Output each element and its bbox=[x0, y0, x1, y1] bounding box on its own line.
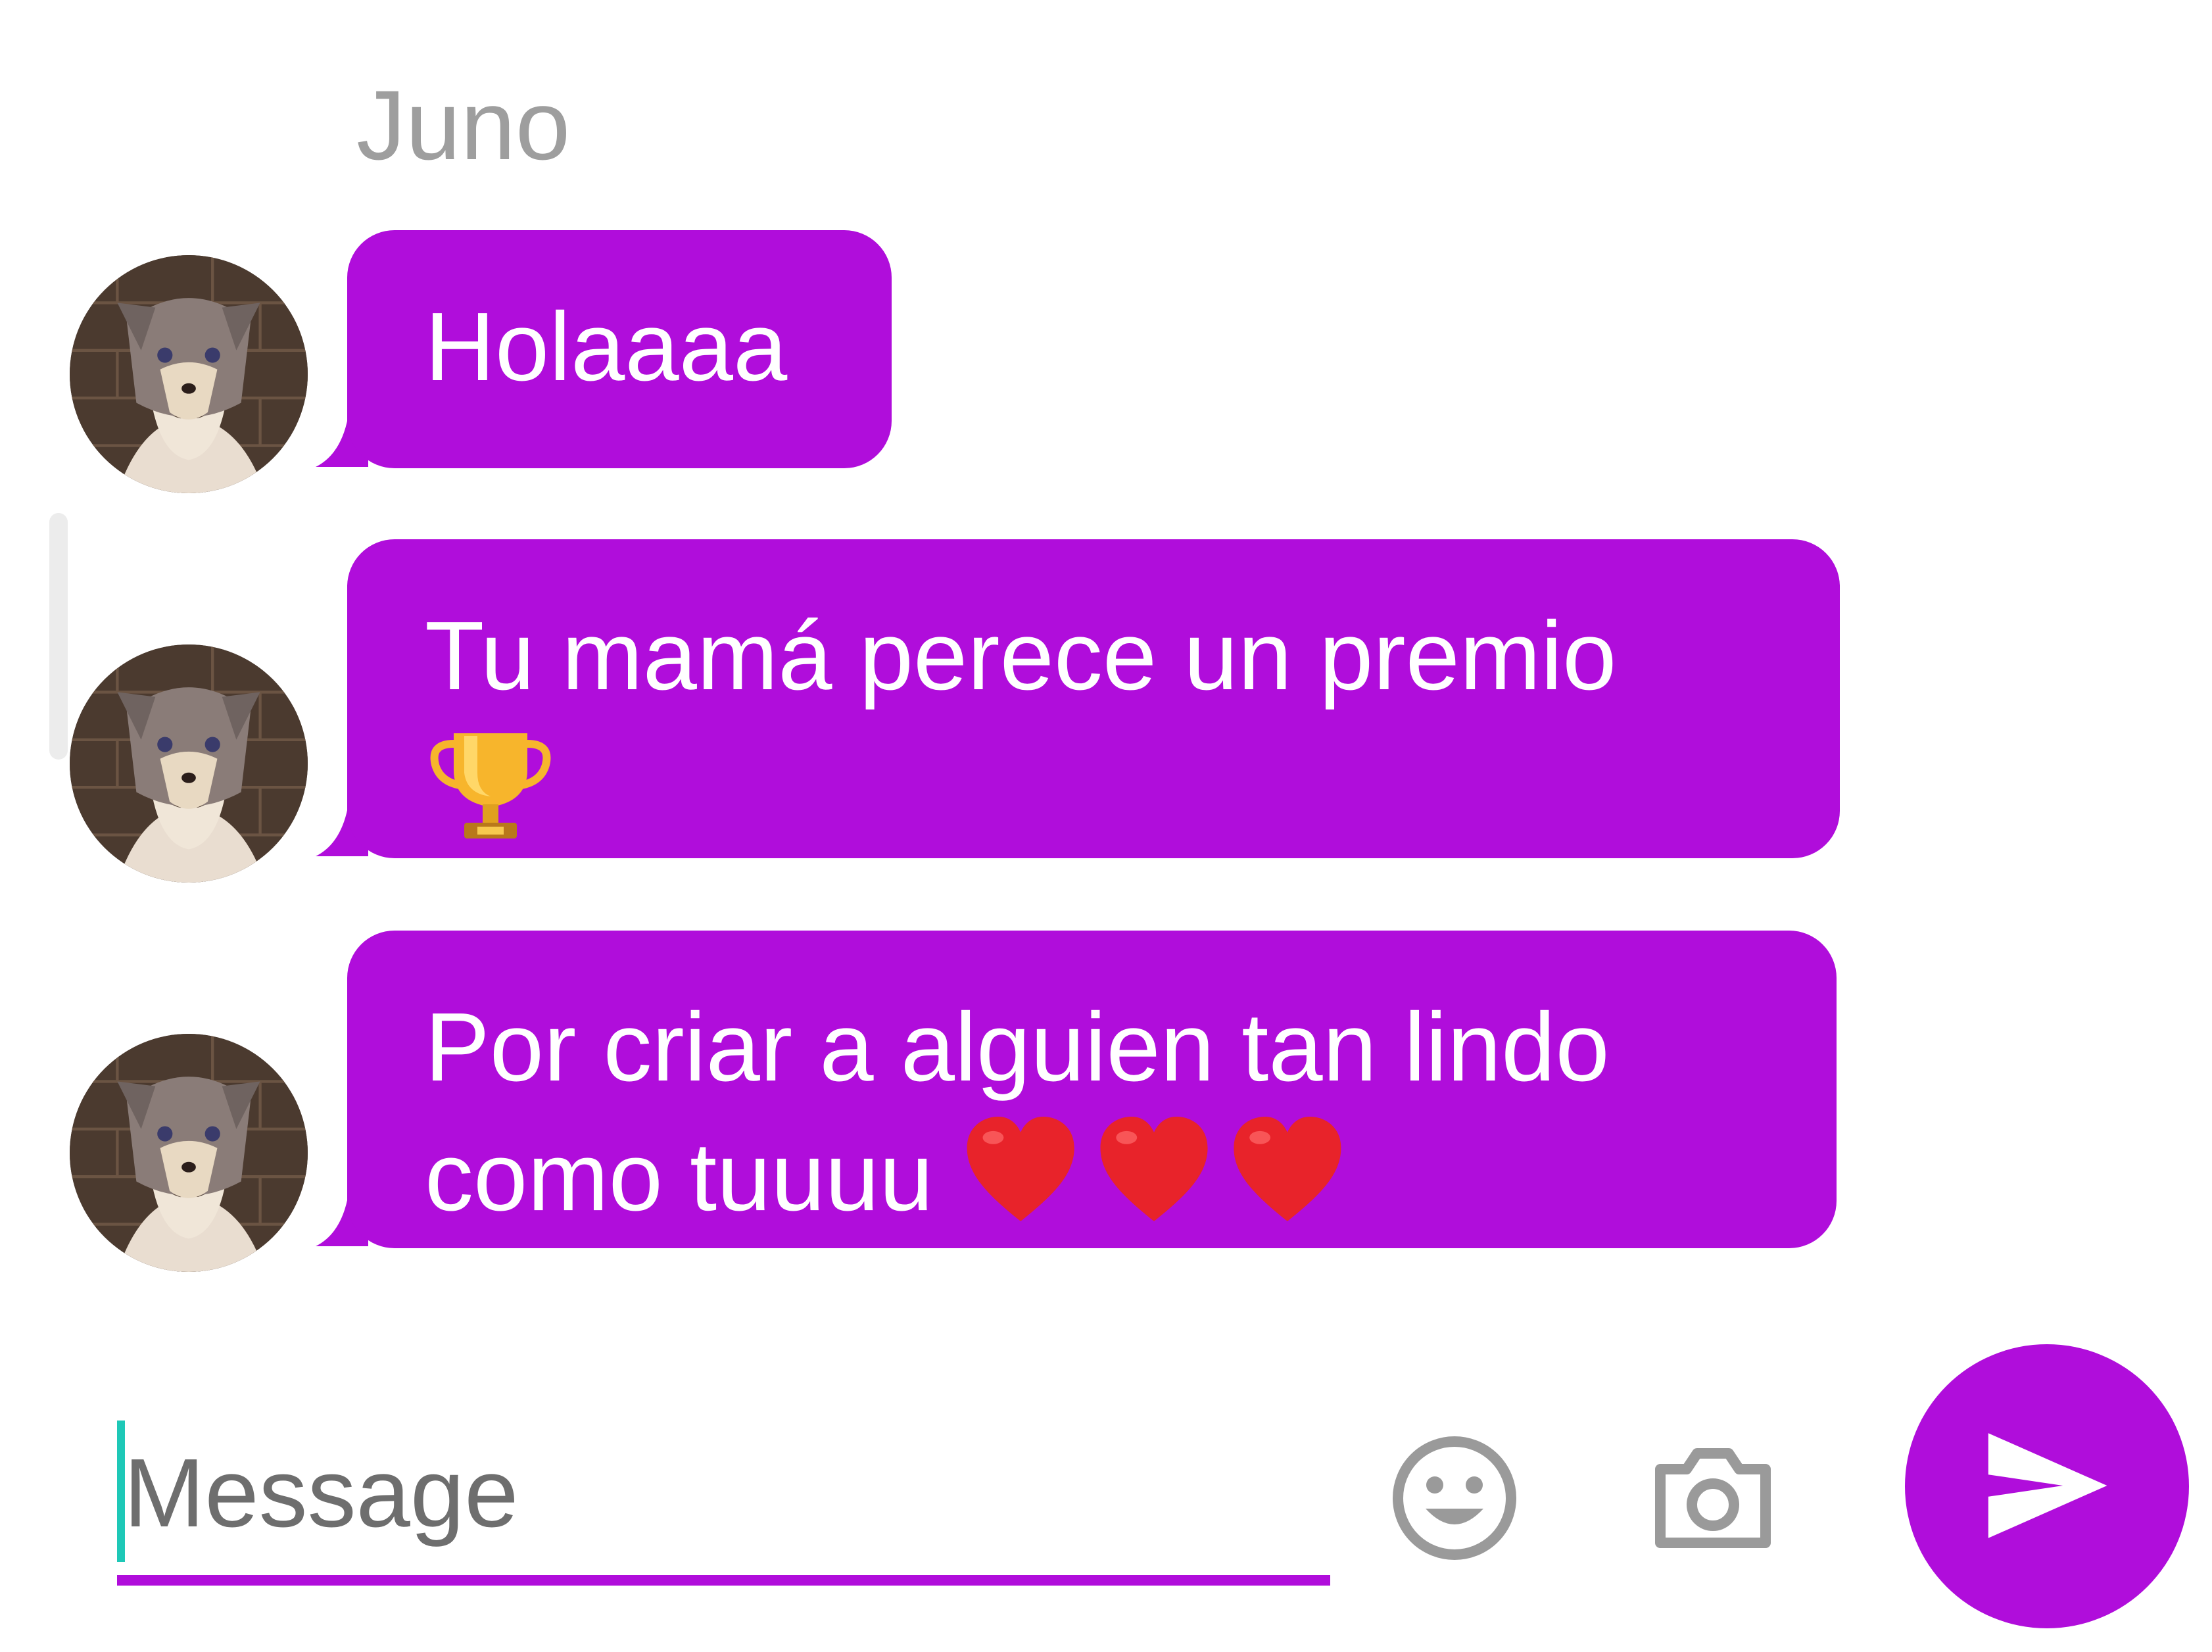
scroll-indicator[interactable] bbox=[49, 513, 68, 760]
hearts-icon bbox=[961, 1111, 1355, 1257]
message-text: Holaaaa bbox=[425, 293, 788, 401]
input-underline bbox=[117, 1575, 1330, 1586]
message-composer bbox=[117, 1414, 1330, 1586]
avatar[interactable] bbox=[70, 255, 308, 493]
message-text: Tu mamá perece un premio bbox=[425, 602, 1617, 710]
message-bubble[interactable]: Por criar a alguien tan lindo como tuuuu bbox=[347, 931, 1837, 1248]
avatar[interactable] bbox=[70, 1034, 308, 1272]
send-button[interactable] bbox=[1905, 1344, 2189, 1628]
send-icon bbox=[1988, 1433, 2107, 1538]
trophy-icon bbox=[425, 720, 556, 876]
avatar-image bbox=[70, 1034, 308, 1272]
smiley-icon bbox=[1393, 1436, 1516, 1560]
message-bubble[interactable]: Tu mamá perece un premio bbox=[347, 539, 1840, 858]
sender-name: Juno bbox=[356, 70, 571, 180]
emoji-button[interactable] bbox=[1389, 1432, 1520, 1564]
avatar[interactable] bbox=[70, 644, 308, 883]
message-input[interactable] bbox=[122, 1414, 1322, 1573]
avatar-image bbox=[70, 255, 308, 493]
camera-icon bbox=[1655, 1448, 1771, 1548]
camera-button[interactable] bbox=[1647, 1432, 1779, 1564]
avatar-image bbox=[70, 644, 308, 883]
message-bubble[interactable]: Holaaaa bbox=[347, 230, 892, 468]
